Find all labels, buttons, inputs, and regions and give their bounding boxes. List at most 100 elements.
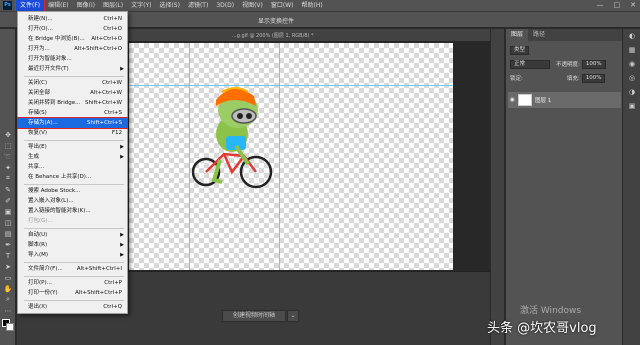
menu-item-save-as[interactable]: 存储为(A)... Shift+Ctrl+S: [17, 117, 128, 129]
window-controls: — □ ✕: [597, 0, 637, 11]
eyedropper-tool-icon[interactable]: ✎: [0, 184, 16, 195]
color-panel-icon[interactable]: ◐: [623, 29, 640, 43]
submenu-arrow-icon: ▶: [120, 144, 124, 150]
menu-item-open-smart-object[interactable]: 打开为智能对象...: [18, 54, 127, 64]
gradient-tool-icon[interactable]: ▤: [0, 228, 16, 239]
pen-tool-icon[interactable]: ✒: [0, 239, 16, 250]
hand-tool-icon[interactable]: ✋: [0, 283, 16, 294]
libraries-panel-icon[interactable]: ◎: [623, 71, 640, 85]
menu-item-recent-files[interactable]: 最近打开文件(T) ▶: [18, 64, 127, 74]
tab-paths[interactable]: 路径: [528, 29, 550, 41]
layer-thumbnail: [518, 94, 532, 106]
layer-row[interactable]: ◉ 图层 1: [508, 92, 621, 108]
menu-image[interactable]: 图像(I): [73, 0, 99, 11]
opacity-input[interactable]: 100%: [581, 59, 606, 69]
menu-help[interactable]: 帮助(H): [298, 0, 327, 11]
menu-item-import[interactable]: 导入(M) ▶: [18, 250, 127, 260]
tools-panel: ✥ ⬚ ➰ ✦ ⌗ ✎ ✐ ▣ ◫ ▤ ✒ T ➤ ▭ ✋ ⌕ ⋯: [0, 29, 16, 345]
menu-separator: [24, 262, 124, 263]
swatches-panel-icon[interactable]: ▦: [623, 43, 640, 57]
right-panel-icons: ◐ ▦ ◉ ◎ ◑ ▣: [622, 29, 640, 345]
lasso-tool-icon[interactable]: ➰: [0, 151, 16, 162]
menu-item-browse-bridge[interactable]: 在 Bridge 中浏览(B)... Alt+Ctrl+O: [18, 34, 127, 44]
layers-panel: 图层 路径 类型 正常 不透明度: 100% 锁定: 填充: 100% ◉ 图层…: [505, 29, 622, 345]
menu-item-close[interactable]: 关闭(C) Ctrl+W: [18, 78, 127, 88]
menu-separator: [24, 184, 124, 185]
menu-edit[interactable]: 编辑(E): [44, 0, 72, 11]
opacity-label: 不透明度:: [556, 62, 580, 68]
document-tab-title: ...g.gif @ 200% (图层 1, RGB/8) *: [232, 33, 314, 39]
menu-item-revert[interactable]: 恢复(V) F12: [18, 128, 127, 138]
magic-wand-tool-icon[interactable]: ✦: [0, 162, 16, 173]
move-tool-icon[interactable]: ✥: [0, 129, 16, 140]
zoom-tool-icon[interactable]: ⌕: [0, 294, 16, 305]
path-select-tool-icon[interactable]: ➤: [0, 261, 16, 272]
menu-item-export[interactable]: 导出(E) ▶: [18, 142, 127, 152]
menu-item-open[interactable]: 打开(O)... Ctrl+O: [18, 24, 127, 34]
more-tools-icon[interactable]: ⋯: [0, 305, 16, 316]
blend-mode-select[interactable]: 正常: [510, 59, 550, 69]
lock-label: 锁定:: [510, 76, 523, 82]
eraser-tool-icon[interactable]: ◫: [0, 217, 16, 228]
menu-file[interactable]: 文件(F): [14, 0, 46, 12]
menu-select[interactable]: 选择(S): [155, 0, 184, 11]
menu-item-open-as[interactable]: 打开为... Alt+Shift+Ctrl+O: [18, 44, 127, 54]
tab-layers[interactable]: 图层: [506, 29, 529, 41]
submenu-arrow-icon: ▶: [120, 154, 124, 160]
menu-item-place-linked[interactable]: 置入链接的智能对象(K)...: [18, 206, 127, 216]
menu-item-print-one-copy[interactable]: 打印一份(Y) Alt+Shift+Ctrl+P: [18, 288, 127, 298]
menu-separator: [24, 300, 124, 301]
show-transform-controls-label[interactable]: 显示变换控件: [258, 16, 294, 25]
cartoon-cyclist-image: [192, 87, 273, 189]
layer-kind-select[interactable]: 类型: [510, 45, 530, 55]
menu-item-automate[interactable]: 自动(U) ▶: [18, 230, 127, 240]
menu-item-package: 打包(G)...: [28, 218, 53, 224]
menu-item-share-behance[interactable]: 在 Behance 上共享(D)...: [18, 172, 127, 182]
menu-separator: [24, 276, 124, 277]
stamp-tool-icon[interactable]: ▣: [0, 206, 16, 217]
layers-panel-tabs: 图层 路径: [506, 29, 622, 41]
menu-item-print[interactable]: 打印(P)... Ctrl+P: [18, 278, 127, 288]
menu-item-save[interactable]: 存储(S) Ctrl+S: [18, 108, 127, 118]
text-tool-icon[interactable]: T: [0, 250, 16, 261]
menu-3d[interactable]: 3D(D): [212, 0, 238, 11]
menu-type[interactable]: 文字(Y): [127, 0, 155, 11]
panel-icons-strip: [490, 29, 504, 345]
menu-item-search-adobe-stock[interactable]: 搜索 Adobe Stock...: [18, 186, 127, 196]
layer-name[interactable]: 图层 1: [535, 96, 551, 104]
eye-icon[interactable]: ◉: [510, 97, 515, 103]
fill-label: 填充:: [566, 76, 580, 82]
lock-row: 锁定: 填充: 100%: [510, 73, 622, 83]
maximize-button[interactable]: □: [614, 0, 621, 11]
menu-filter[interactable]: 滤镜(T): [184, 0, 212, 11]
menu-item-exit[interactable]: 退出(X) Ctrl+Q: [18, 302, 127, 312]
guide-horizontal: [129, 85, 453, 86]
submenu-arrow-icon: ▶: [120, 242, 124, 248]
menu-item-share[interactable]: 共享...: [18, 162, 127, 172]
menu-view[interactable]: 视图(V): [238, 0, 267, 11]
canvas[interactable]: [129, 43, 453, 270]
close-button[interactable]: ✕: [630, 0, 636, 11]
menu-item-close-go-bridge[interactable]: 关闭并转到 Bridge... Shift+Ctrl+W: [18, 98, 127, 108]
adjustments-panel-icon[interactable]: ◑: [623, 85, 640, 99]
menu-window[interactable]: 窗口(W): [267, 0, 298, 11]
fill-input[interactable]: 100%: [581, 73, 606, 83]
menu-item-file-info[interactable]: 文件简介(F)... Alt+Shift+Ctrl+I: [18, 264, 127, 274]
menu-layer[interactable]: 图层(L): [99, 0, 127, 11]
minimize-button[interactable]: —: [597, 0, 604, 11]
shape-tool-icon[interactable]: ▭: [0, 272, 16, 283]
marquee-tool-icon[interactable]: ⬚: [0, 140, 16, 151]
menu-item-generate[interactable]: 生成 ▶: [18, 152, 127, 162]
properties-panel-icon[interactable]: ▣: [623, 99, 640, 113]
menu-item-scripts[interactable]: 脚本(R) ▶: [18, 240, 127, 250]
background-color-swatch[interactable]: [6, 323, 14, 331]
file-menu: 新建(N)... Ctrl+N 打开(O)... Ctrl+O 在 Bridge 中…: [17, 11, 128, 314]
create-video-timeline-button[interactable]: 创建视频时间轴: [222, 310, 286, 322]
menu-item-place-embedded[interactable]: 置入嵌入对象(L)...: [18, 196, 127, 206]
crop-tool-icon[interactable]: ⌗: [0, 173, 16, 184]
brush-tool-icon[interactable]: ✐: [0, 195, 16, 206]
learn-panel-icon[interactable]: ◉: [623, 57, 640, 71]
timeline-dropdown-button[interactable]: ⌄: [287, 310, 299, 322]
menu-item-close-all[interactable]: 关闭全部 Alt+Ctrl+W: [18, 88, 127, 98]
menu-item-new[interactable]: 新建(N)... Ctrl+N: [18, 14, 127, 24]
